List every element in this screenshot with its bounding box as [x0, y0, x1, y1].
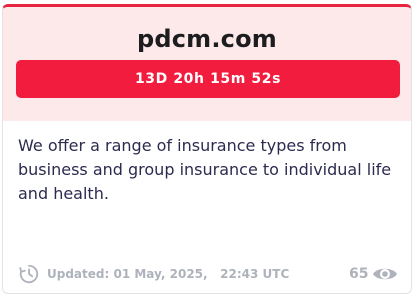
domain-card[interactable]: pdcm.com 13D 20h 15m 52s We offer a rang… [2, 4, 412, 294]
card-description: We offer a range of insurance types from… [18, 136, 392, 203]
domain-title[interactable]: pdcm.com [3, 25, 411, 53]
card-header: pdcm.com 13D 20h 15m 52s [3, 7, 411, 121]
updated-date: Updated: 01 May, 2025, [47, 267, 208, 281]
updated-time: 22:43 UTC [220, 267, 290, 281]
card-footer: Updated: 01 May, 2025, 22:43 UTC 65 [3, 261, 411, 287]
view-count: 65 [349, 266, 369, 282]
countdown-badge: 13D 20h 15m 52s [16, 60, 400, 98]
eye-icon [373, 268, 397, 280]
updated-timestamp: Updated: 01 May, 2025, 22:43 UTC [47, 267, 289, 281]
clock-history-icon [19, 264, 39, 284]
